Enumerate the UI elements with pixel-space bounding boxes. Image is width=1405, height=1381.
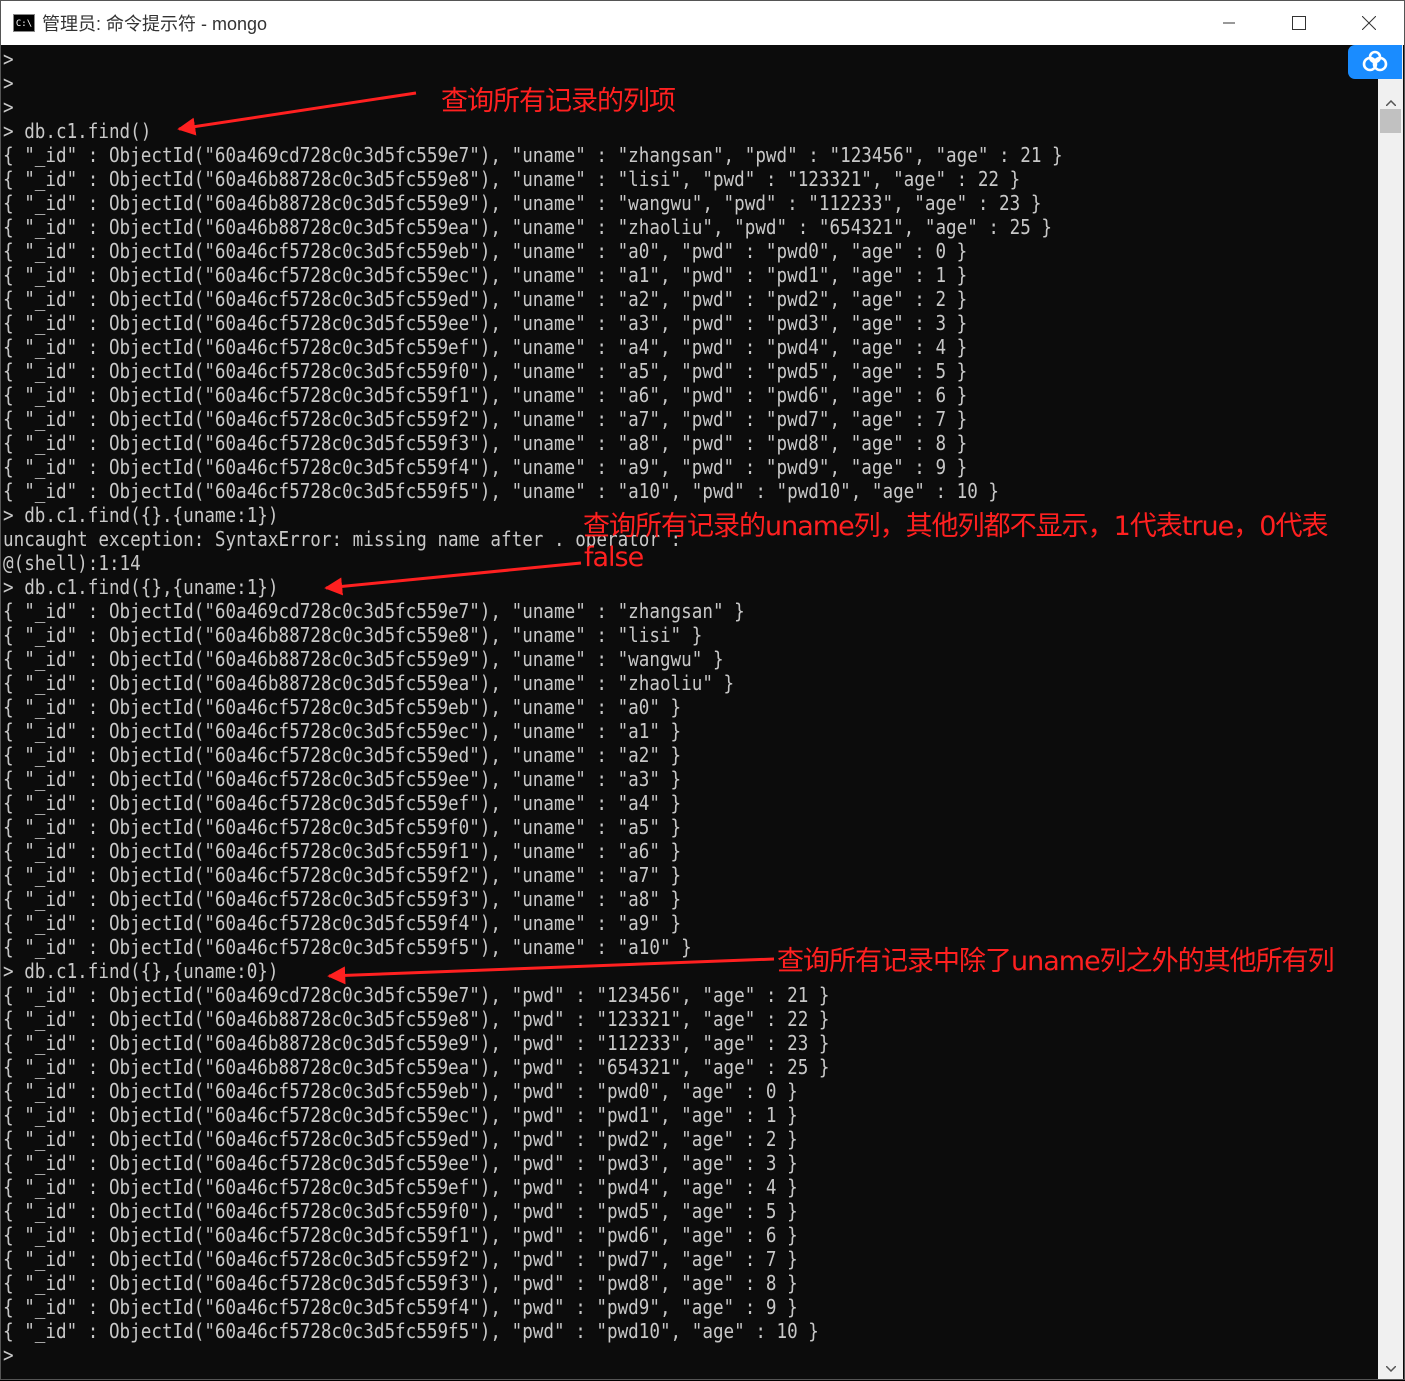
console-line: { "_id" : ObjectId("60a46cf5728c0c3d5fc5…: [3, 1199, 798, 1223]
console-line: >: [3, 95, 25, 119]
console-line: >: [3, 47, 25, 71]
console-line: { "_id" : ObjectId("60a46cf5728c0c3d5fc5…: [3, 1295, 798, 1319]
console-line: { "_id" : ObjectId("60a46cf5728c0c3d5fc5…: [3, 911, 682, 935]
annotation-exclude-uname: 查询所有记录中除了uname列之外的其他所有列: [777, 946, 1335, 977]
console-line: { "_id" : ObjectId("60a46cf5728c0c3d5fc5…: [3, 1271, 798, 1295]
console-line: { "_id" : ObjectId("60a46cf5728c0c3d5fc5…: [3, 239, 968, 263]
console-line: >: [3, 71, 25, 95]
vertical-scrollbar[interactable]: [1378, 45, 1403, 1379]
console-line: uncaught exception: SyntaxError: missing…: [3, 527, 682, 551]
console-line: { "_id" : ObjectId("60a46cf5728c0c3d5fc5…: [3, 431, 968, 455]
console-line: { "_id" : ObjectId("60a46cf5728c0c3d5fc5…: [3, 695, 682, 719]
console-line: { "_id" : ObjectId("60a46cf5728c0c3d5fc5…: [3, 455, 968, 479]
console-output[interactable]: > > > > db.c1.find(){ "_id" : ObjectId("…: [1, 45, 1379, 1379]
console-line: > db.c1.find({},{uname:0}): [3, 959, 279, 983]
console-line: { "_id" : ObjectId("60a46cf5728c0c3d5fc5…: [3, 767, 682, 791]
minimize-button[interactable]: [1194, 1, 1264, 45]
console-line: > db.c1.find({}.{uname:1}): [3, 503, 279, 527]
console-line: { "_id" : ObjectId("60a46cf5728c0c3d5fc5…: [3, 887, 682, 911]
console-line: { "_id" : ObjectId("60a46b88728c0c3d5fc5…: [3, 1007, 830, 1031]
console-line: { "_id" : ObjectId("60a46b88728c0c3d5fc5…: [3, 1055, 830, 1079]
console-line: { "_id" : ObjectId("60a46cf5728c0c3d5fc5…: [3, 743, 682, 767]
console-line: { "_id" : ObjectId("60a46cf5728c0c3d5fc5…: [3, 263, 968, 287]
console-line: { "_id" : ObjectId("60a46cf5728c0c3d5fc5…: [3, 1175, 798, 1199]
console-line: > db.c1.find({},{uname:1}): [3, 575, 279, 599]
baidu-cloud-button[interactable]: [1348, 45, 1402, 79]
maximize-icon: [1292, 16, 1306, 30]
console-line: { "_id" : ObjectId("60a46cf5728c0c3d5fc5…: [3, 1247, 798, 1271]
console-line: { "_id" : ObjectId("60a46b88728c0c3d5fc5…: [3, 623, 703, 647]
minimize-icon: [1223, 22, 1235, 24]
console-line: { "_id" : ObjectId("60a46cf5728c0c3d5fc5…: [3, 311, 968, 335]
scroll-down-button[interactable]: [1378, 1361, 1403, 1377]
console-line: { "_id" : ObjectId("60a46cf5728c0c3d5fc5…: [3, 407, 968, 431]
title-bar[interactable]: C:\ 管理员: 命令提示符 - mongo: [1, 1, 1404, 45]
baidu-cloud-icon: [1362, 50, 1388, 72]
close-icon: [1362, 16, 1376, 30]
console-line: { "_id" : ObjectId("60a46cf5728c0c3d5fc5…: [3, 839, 682, 863]
window-controls: [1194, 1, 1404, 45]
console-line: { "_id" : ObjectId("60a46cf5728c0c3d5fc5…: [3, 383, 968, 407]
console-line: { "_id" : ObjectId("60a46cf5728c0c3d5fc5…: [3, 1127, 798, 1151]
console-line: { "_id" : ObjectId("60a46cf5728c0c3d5fc5…: [3, 815, 682, 839]
console-line: { "_id" : ObjectId("60a46cf5728c0c3d5fc5…: [3, 287, 968, 311]
console-line: { "_id" : ObjectId("60a469cd728c0c3d5fc5…: [3, 983, 830, 1007]
console-line: { "_id" : ObjectId("60a46cf5728c0c3d5fc5…: [3, 791, 682, 815]
console-line: { "_id" : ObjectId("60a46cf5728c0c3d5fc5…: [3, 1319, 819, 1343]
console-line: { "_id" : ObjectId("60a46cf5728c0c3d5fc5…: [3, 719, 682, 743]
console-line: { "_id" : ObjectId("60a46b88728c0c3d5fc5…: [3, 167, 1021, 191]
console-line: { "_id" : ObjectId("60a46b88728c0c3d5fc5…: [3, 215, 1053, 239]
close-button[interactable]: [1334, 1, 1404, 45]
cmd-icon: C:\: [13, 14, 35, 32]
console-line: > db.c1.find(): [3, 119, 152, 143]
annotation-uname-only: 查询所有记录的uname列，其他列都不显示，1代表true，0代表: [583, 511, 1328, 542]
console-line: { "_id" : ObjectId("60a46b88728c0c3d5fc5…: [3, 671, 735, 695]
console-line: { "_id" : ObjectId("60a46cf5728c0c3d5fc5…: [3, 1103, 798, 1127]
console-line: { "_id" : ObjectId("60a46b88728c0c3d5fc5…: [3, 647, 724, 671]
console-line: { "_id" : ObjectId("60a46cf5728c0c3d5fc5…: [3, 1151, 798, 1175]
console-line: { "_id" : ObjectId("60a469cd728c0c3d5fc5…: [3, 143, 1063, 167]
console-line: { "_id" : ObjectId("60a46cf5728c0c3d5fc5…: [3, 1079, 798, 1103]
maximize-button[interactable]: [1264, 1, 1334, 45]
annotation-uname-only-false: false: [584, 542, 644, 573]
console-line: { "_id" : ObjectId("60a46cf5728c0c3d5fc5…: [3, 479, 1000, 503]
console-window: C:\ 管理员: 命令提示符 - mongo > > > > db.c1.fin…: [0, 0, 1405, 1380]
annotation-find-all: 查询所有记录的列项: [441, 86, 676, 117]
chevron-up-icon: [1385, 100, 1396, 106]
console-line: { "_id" : ObjectId("60a46b88728c0c3d5fc5…: [3, 1031, 830, 1055]
scroll-thumb[interactable]: [1380, 109, 1401, 133]
console-line: { "_id" : ObjectId("60a46cf5728c0c3d5fc5…: [3, 335, 968, 359]
console-line: { "_id" : ObjectId("60a46cf5728c0c3d5fc5…: [3, 863, 682, 887]
window-title: 管理员: 命令提示符 - mongo: [42, 14, 268, 34]
console-line: @(shell):1:14: [3, 551, 141, 575]
console-line: { "_id" : ObjectId("60a46b88728c0c3d5fc5…: [3, 191, 1042, 215]
console-line: { "_id" : ObjectId("60a46cf5728c0c3d5fc5…: [3, 935, 692, 959]
chevron-down-icon: [1385, 1366, 1396, 1372]
console-line: { "_id" : ObjectId("60a469cd728c0c3d5fc5…: [3, 599, 745, 623]
console-line: { "_id" : ObjectId("60a46cf5728c0c3d5fc5…: [3, 1223, 798, 1247]
console-line: >: [3, 1343, 25, 1367]
console-line: { "_id" : ObjectId("60a46cf5728c0c3d5fc5…: [3, 359, 968, 383]
